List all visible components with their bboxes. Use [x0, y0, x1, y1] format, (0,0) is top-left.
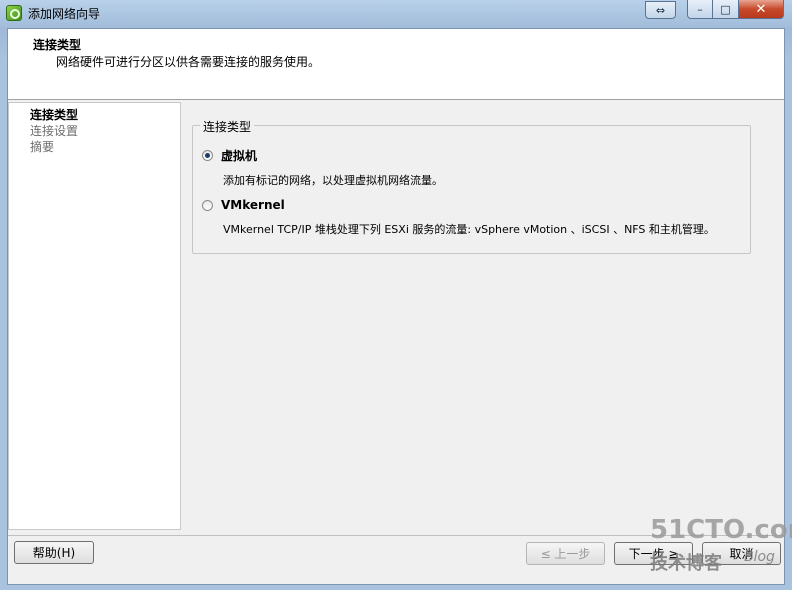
option-label-virtual-machine: 虚拟机	[221, 149, 258, 163]
cancel-button[interactable]: 取消	[702, 542, 781, 565]
wizard-header: 连接类型 网络硬件可进行分区以供各需要连接的服务使用。	[8, 29, 784, 100]
radio-unchecked-icon[interactable]	[202, 199, 213, 211]
step-connection-settings[interactable]: 连接设置	[30, 122, 78, 139]
swap-icon[interactable]: ⇔	[645, 1, 676, 19]
page-description: 网络硬件可进行分区以供各需要连接的服务使用。	[56, 55, 321, 69]
app-icon	[6, 5, 22, 21]
page-title: 连接类型	[33, 38, 82, 52]
option-desc-vmkernel: VMkernel TCP/IP 堆栈处理下列 ESXi 服务的流量: vSphe…	[223, 223, 715, 236]
help-button[interactable]: 帮助(H)	[14, 541, 94, 564]
maximize-button[interactable]: □	[713, 0, 739, 19]
group-legend: 连接类型	[200, 118, 255, 135]
option-label-vmkernel: VMkernel	[221, 198, 285, 212]
back-button[interactable]: ≤ 上一步	[526, 542, 605, 565]
wizard-client-area: 连接类型 网络硬件可进行分区以供各需要连接的服务使用。 连接类型 连接设置 摘要…	[7, 28, 785, 585]
option-desc-virtual-machine: 添加有标记的网络，以处理虚拟机网络流量。	[223, 174, 443, 187]
radio-vmkernel[interactable]: VMkernel	[202, 198, 285, 212]
close-button[interactable]: ✕	[739, 0, 784, 19]
footer-divider	[8, 535, 784, 536]
wizard-window: 添加网络向导 ⇔ – □ ✕ 连接类型 网络硬件可进行分区以供各需要连接的服务使…	[0, 0, 792, 590]
step-connection-type[interactable]: 连接类型	[30, 106, 78, 123]
title-bar[interactable]: 添加网络向导 ⇔ – □ ✕	[0, 0, 792, 26]
step-summary[interactable]: 摘要	[30, 138, 54, 155]
radio-virtual-machine[interactable]: 虚拟机	[202, 147, 257, 164]
steps-sidebar: 连接类型 连接设置 摘要	[8, 102, 181, 530]
next-button[interactable]: 下一步 ≥	[614, 542, 693, 565]
window-title: 添加网络向导	[28, 7, 101, 21]
minimize-button[interactable]: –	[687, 0, 713, 19]
radio-checked-icon[interactable]	[202, 150, 213, 161]
